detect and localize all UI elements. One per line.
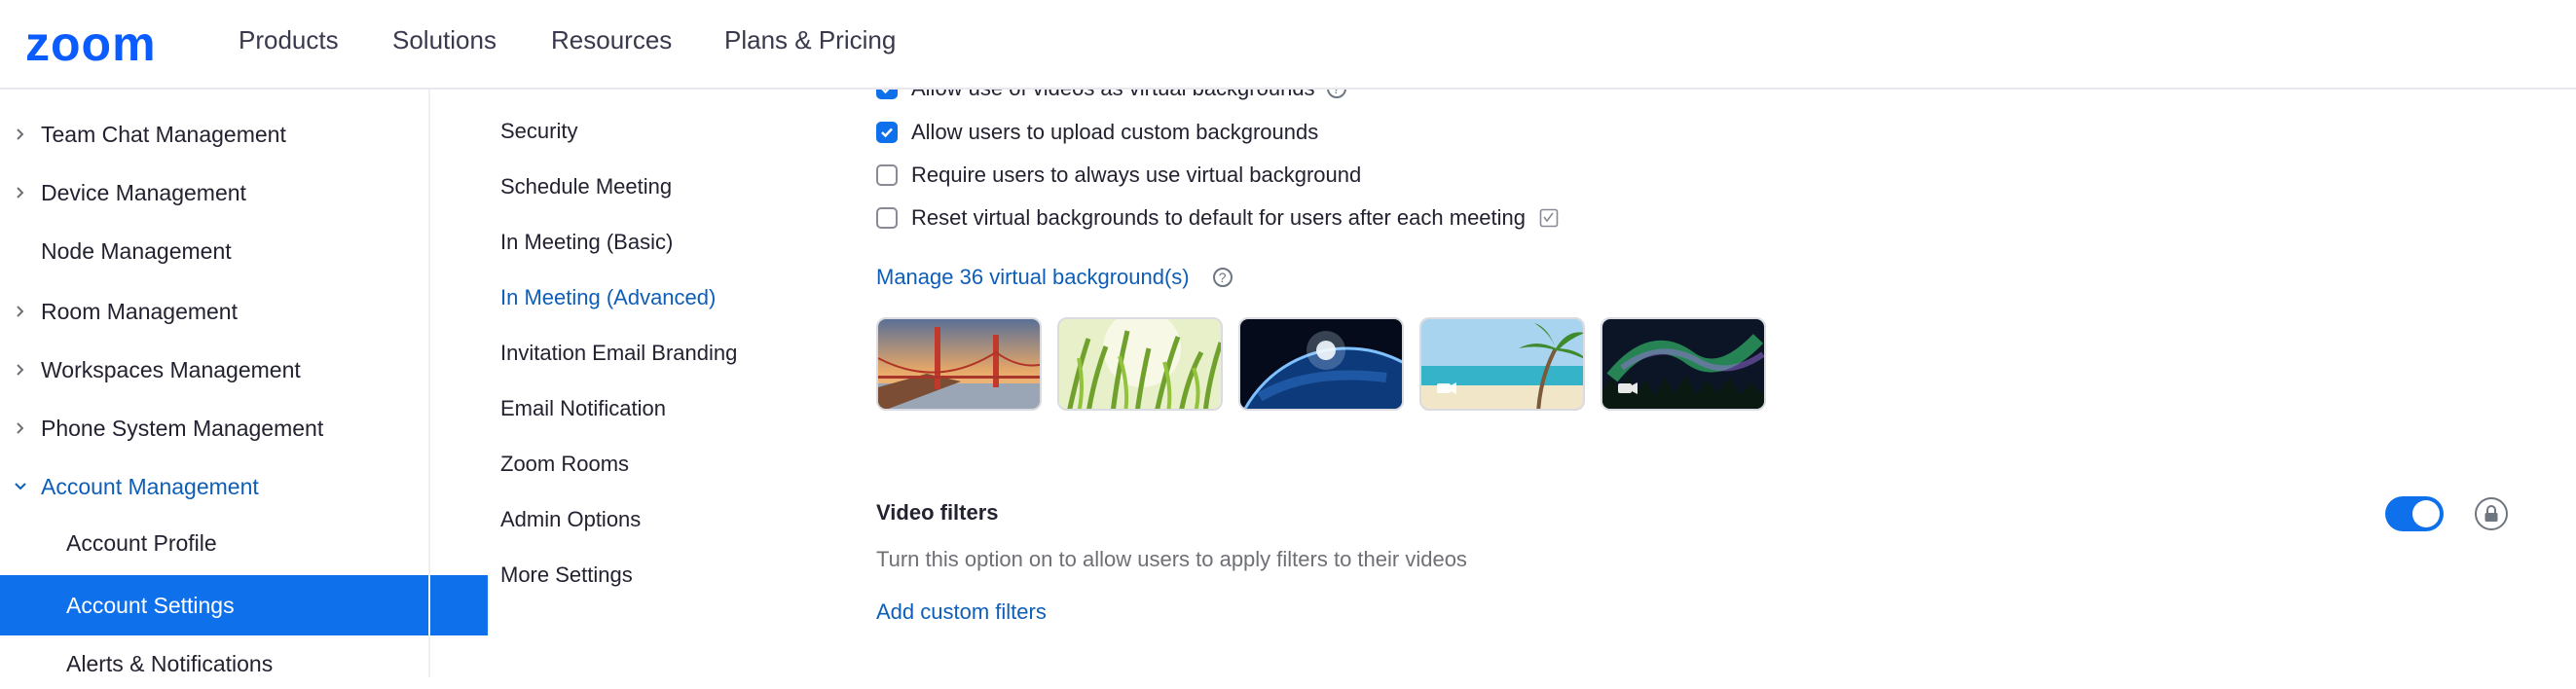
top-header: zoom Products Solutions Resources Plans … bbox=[0, 0, 2576, 90]
sidebar-item-label: Account Management bbox=[41, 473, 259, 499]
sidebar-item-account-settings[interactable]: Account Settings bbox=[0, 575, 488, 635]
sidebar-item-alerts-notifications[interactable]: Alerts & Notifications bbox=[0, 638, 488, 689]
virtual-background-thumbnail-aurora[interactable] bbox=[1601, 317, 1766, 411]
sidebar-item-phone-system-management[interactable]: Phone System Management bbox=[0, 403, 422, 453]
toggle-knob bbox=[2412, 500, 2440, 527]
nav-solutions[interactable]: Solutions bbox=[392, 25, 497, 55]
sidebar-item-label: Team Chat Management bbox=[41, 121, 286, 147]
chevron-right-icon bbox=[0, 363, 41, 377]
lock-icon[interactable] bbox=[2475, 497, 2508, 530]
chevron-right-icon bbox=[0, 421, 41, 435]
virtual-background-thumbnail-earth[interactable] bbox=[1238, 317, 1404, 411]
nav-resources[interactable]: Resources bbox=[551, 25, 672, 55]
sidebar-item-device-management[interactable]: Device Management bbox=[0, 167, 422, 218]
chevron-right-icon bbox=[0, 305, 41, 318]
sidebar-item-label: Device Management bbox=[41, 179, 246, 205]
sidebar-item-label: Account Settings bbox=[66, 592, 235, 618]
sidebar-item-workspaces-management[interactable]: Workspaces Management bbox=[0, 344, 422, 395]
sidebar-item-label: Alerts & Notifications bbox=[66, 650, 274, 676]
virtual-background-thumbnail-grass[interactable] bbox=[1057, 317, 1223, 411]
settings-nav-schedule-meeting[interactable]: Schedule Meeting bbox=[500, 174, 672, 199]
sidebar-item-team-chat-management[interactable]: Team Chat Management bbox=[0, 109, 422, 160]
virtual-background-thumbnail-golden-gate[interactable] bbox=[876, 317, 1042, 411]
video-filters-description: Turn this option on to allow users to ap… bbox=[876, 547, 1467, 571]
info-icon[interactable] bbox=[1539, 208, 1559, 228]
zoom-logo[interactable]: zoom bbox=[25, 16, 157, 72]
chevron-down-icon bbox=[0, 481, 41, 492]
settings-nav-in-meeting-advanced[interactable]: In Meeting (Advanced) bbox=[500, 285, 716, 310]
video-filters-toggle[interactable] bbox=[2385, 496, 2444, 531]
settings-nav-security[interactable]: Security bbox=[500, 119, 577, 144]
sidebar-divider bbox=[428, 90, 430, 677]
option-label: Reset virtual backgrounds to default for… bbox=[911, 205, 1527, 230]
sidebar-item-room-management[interactable]: Room Management bbox=[0, 286, 422, 337]
option-label: Allow users to upload custom backgrounds bbox=[911, 120, 1319, 144]
option-label: Require users to always use virtual back… bbox=[911, 163, 1362, 187]
settings-nav-in-meeting-basic[interactable]: In Meeting (Basic) bbox=[500, 230, 673, 255]
checkbox-unchecked[interactable] bbox=[876, 164, 898, 186]
sidebar-item-label: Phone System Management bbox=[41, 415, 324, 441]
nav-products[interactable]: Products bbox=[239, 25, 339, 55]
sidebar-item-label: Account Profile bbox=[66, 529, 217, 556]
chevron-right-icon bbox=[0, 186, 41, 199]
help-icon[interactable]: ? bbox=[1212, 268, 1233, 287]
video-filters-title: Video filters bbox=[876, 500, 999, 525]
sidebar-item-account-profile[interactable]: Account Profile bbox=[0, 518, 488, 568]
option-reset-virtual-backgrounds[interactable]: Reset virtual backgrounds to default for… bbox=[876, 205, 1559, 231]
manage-backgrounds-row: Manage 36 virtual background(s) ? bbox=[876, 265, 1233, 290]
sidebar-item-label: Node Management bbox=[41, 237, 232, 264]
option-require-virtual-background[interactable]: Require users to always use virtual back… bbox=[876, 163, 1361, 188]
settings-nav-admin-options[interactable]: Admin Options bbox=[500, 507, 641, 532]
checkbox-checked[interactable] bbox=[876, 122, 898, 143]
admin-sidebar: Team Chat Management Device Management N… bbox=[0, 90, 488, 677]
sidebar-item-label: Workspaces Management bbox=[41, 356, 301, 382]
add-custom-filters-row: Add custom filters bbox=[876, 599, 1047, 625]
nav-plans-pricing[interactable]: Plans & Pricing bbox=[724, 25, 896, 55]
settings-nav-invitation-email-branding[interactable]: Invitation Email Branding bbox=[500, 341, 737, 366]
sidebar-item-node-management[interactable]: Node Management bbox=[0, 226, 422, 276]
virtual-background-thumbnail-beach[interactable] bbox=[1419, 317, 1585, 411]
settings-nav-email-notification[interactable]: Email Notification bbox=[500, 396, 666, 421]
sidebar-item-account-management[interactable]: Account Management bbox=[0, 461, 422, 512]
add-custom-filters-link[interactable]: Add custom filters bbox=[876, 599, 1047, 624]
settings-nav-zoom-rooms[interactable]: Zoom Rooms bbox=[500, 452, 629, 477]
settings-nav-more-settings[interactable]: More Settings bbox=[500, 562, 633, 588]
sidebar-item-label: Room Management bbox=[41, 298, 238, 324]
manage-virtual-backgrounds-link[interactable]: Manage 36 virtual background(s) bbox=[876, 265, 1190, 290]
checkbox-unchecked[interactable] bbox=[876, 207, 898, 229]
chevron-right-icon bbox=[0, 127, 41, 141]
option-allow-upload-backgrounds[interactable]: Allow users to upload custom backgrounds bbox=[876, 120, 1318, 145]
